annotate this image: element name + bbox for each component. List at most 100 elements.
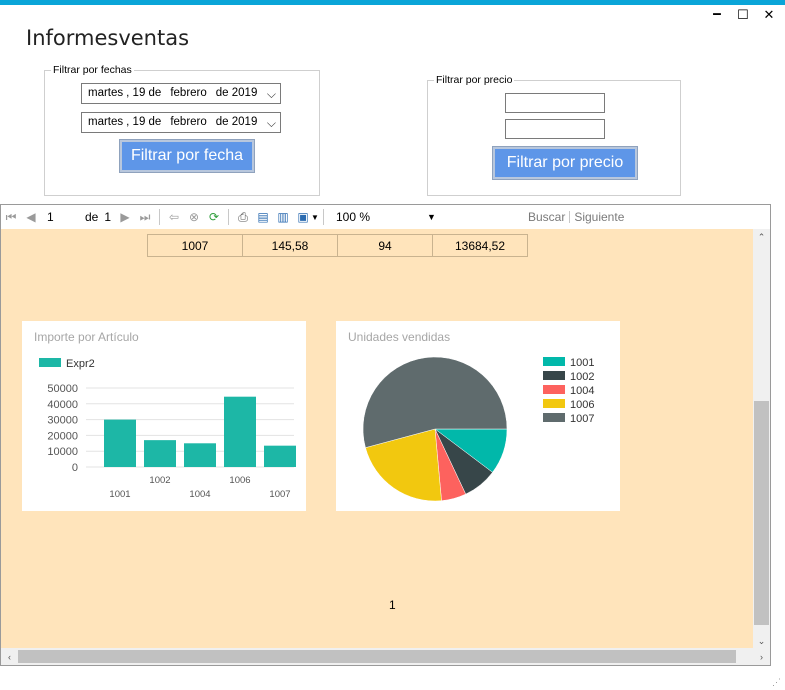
date-from-year: de 2019 [215, 87, 258, 99]
report-toolbar: ⏮ ◀ 1 de 1 ▶ ⏭ ⇦ ⊗ ⟳ ⎙ ▤ ▥ ▣ ▼ 100 % ▼ B… [1, 205, 770, 229]
export-icon[interactable]: ▣ [295, 209, 311, 225]
legend-label: 1004 [570, 385, 594, 397]
refresh-icon[interactable]: ⟳ [206, 209, 222, 225]
page-number: 1 [389, 598, 396, 612]
filter-by-date-button[interactable]: Filtrar por fecha [119, 139, 255, 173]
legend-swatch [543, 399, 565, 408]
date-filter-legend: Filtrar por fechas [51, 64, 134, 76]
previous-page-icon[interactable]: ◀ [23, 209, 39, 225]
date-to-year: de 2019 [215, 116, 258, 128]
window-title: Informesventas [26, 26, 190, 50]
date-to-weekday: martes [88, 116, 124, 128]
last-page-icon[interactable]: ⏭ [137, 209, 153, 225]
report-table: 1007 145,58 94 13684,52 [147, 234, 528, 257]
legend-label: 1006 [570, 399, 594, 411]
find-next-link[interactable]: Siguiente [574, 210, 624, 224]
pie-chart-card: Unidades vendidas 1001 1002 1004 1006 1007 [336, 321, 620, 511]
x-tick-label: 1006 [229, 475, 250, 486]
x-tick-label: 1004 [189, 489, 210, 500]
page-setup-icon[interactable]: ▥ [275, 209, 291, 225]
report-viewer: ⏮ ◀ 1 de 1 ▶ ⏭ ⇦ ⊗ ⟳ ⎙ ▤ ▥ ▣ ▼ 100 % ▼ B… [0, 204, 771, 666]
resize-grip-icon[interactable]: ⋰ [772, 677, 781, 688]
zoom-select[interactable]: 100 % ▼ [328, 207, 448, 227]
table-cell: 1007 [147, 234, 243, 257]
toolbar-separator [569, 211, 571, 223]
table-cell: 13684,52 [432, 234, 528, 257]
zoom-value: 100 % [335, 210, 370, 224]
chevron-down-icon: ▼ [427, 212, 436, 222]
legend-label: 1007 [570, 413, 594, 425]
date-to-picker[interactable]: martes , 19 de febrero de 2019 ⌵ [81, 112, 281, 133]
window-controls: 🗕 ☐ ✕ [711, 5, 775, 22]
total-pages-label: 1 [104, 210, 112, 224]
legend-label: 1002 [570, 371, 594, 383]
horizontal-scroll-thumb[interactable] [18, 650, 736, 663]
y-tick-label: 10000 [47, 446, 78, 458]
pie-chart: 1001 1002 1004 1006 1007 [362, 356, 594, 502]
chevron-down-icon[interactable]: ⌵ [267, 114, 276, 133]
filter-by-price-button[interactable]: Filtrar por precio [492, 146, 638, 180]
scroll-right-icon[interactable]: › [753, 648, 770, 665]
legend-label: Expr2 [66, 358, 95, 370]
next-page-icon[interactable]: ▶ [117, 209, 133, 225]
price-filter-group: Filtrar por precio Filtrar por precio [427, 74, 681, 196]
report-page: 1007 145,58 94 13684,52 Importe por Artí… [1, 229, 754, 650]
first-page-icon[interactable]: ⏮ [3, 209, 19, 225]
date-from-picker[interactable]: martes , 19 de febrero de 2019 ⌵ [81, 83, 281, 104]
legend-swatch [543, 385, 565, 394]
stop-icon[interactable]: ⊗ [186, 209, 202, 225]
date-from-day: , 19 de [126, 87, 162, 99]
toolbar-separator [159, 209, 161, 225]
date-to-month: febrero [170, 116, 207, 128]
y-tick-label: 50000 [47, 383, 78, 395]
legend-label: 1001 [570, 357, 594, 369]
vertical-scroll-thumb[interactable] [754, 401, 769, 625]
legend-swatch [543, 371, 565, 380]
bar [224, 396, 256, 467]
minimize-icon[interactable]: 🗕 [711, 5, 723, 22]
legend-swatch [39, 358, 61, 367]
page-of-label: de [85, 210, 99, 224]
date-from-month: febrero [170, 87, 207, 99]
table-cell: 94 [337, 234, 433, 257]
current-page-input[interactable]: 1 [41, 207, 81, 227]
x-tick-label: 1007 [269, 489, 290, 500]
x-tick-label: 1001 [109, 489, 130, 500]
date-to-day: , 19 de [126, 116, 162, 128]
y-tick-label: 30000 [47, 415, 78, 427]
price-filter-legend: Filtrar por precio [434, 74, 515, 86]
y-tick-label: 40000 [47, 399, 78, 411]
bar-chart-card: Importe por Artículo Expr2 50000 40000 3000… [22, 321, 306, 511]
bar [144, 440, 176, 467]
close-icon[interactable]: ✕ [763, 7, 775, 22]
maximize-icon[interactable]: ☐ [737, 7, 749, 22]
horizontal-scrollbar[interactable]: ‹ › [1, 648, 770, 665]
table-row: 1007 145,58 94 13684,52 [147, 234, 528, 257]
back-icon[interactable]: ⇦ [166, 209, 182, 225]
legend-swatch [543, 413, 565, 422]
table-cell: 145,58 [242, 234, 338, 257]
vertical-scrollbar[interactable]: ⌃ ⌄ [753, 229, 770, 650]
print-icon[interactable]: ⎙ [235, 209, 251, 225]
print-layout-icon[interactable]: ▤ [255, 209, 271, 225]
y-tick-label: 0 [72, 462, 78, 474]
find-input[interactable] [447, 207, 524, 227]
bar [184, 443, 216, 467]
bar [104, 419, 136, 467]
legend-swatch [543, 357, 565, 366]
bar-chart: Expr2 50000 40000 30000 20000 10000 0 1001 1002 1… [39, 358, 296, 500]
toolbar-separator [228, 209, 230, 225]
scroll-up-icon[interactable]: ⌃ [753, 229, 770, 246]
price-max-input[interactable] [505, 119, 605, 139]
toolbar-separator [322, 209, 324, 225]
y-tick-label: 20000 [47, 430, 78, 442]
find-link[interactable]: Buscar [528, 210, 565, 224]
date-filter-group: Filtrar por fechas martes , 19 de febrer… [44, 64, 320, 196]
chevron-down-icon[interactable]: ⌵ [267, 85, 276, 104]
scroll-left-icon[interactable]: ‹ [1, 648, 18, 665]
bar [264, 445, 296, 467]
chevron-down-icon[interactable]: ▼ [311, 213, 319, 222]
x-tick-label: 1002 [149, 475, 170, 486]
price-min-input[interactable] [505, 93, 605, 113]
window-accent-bar [0, 0, 785, 5]
